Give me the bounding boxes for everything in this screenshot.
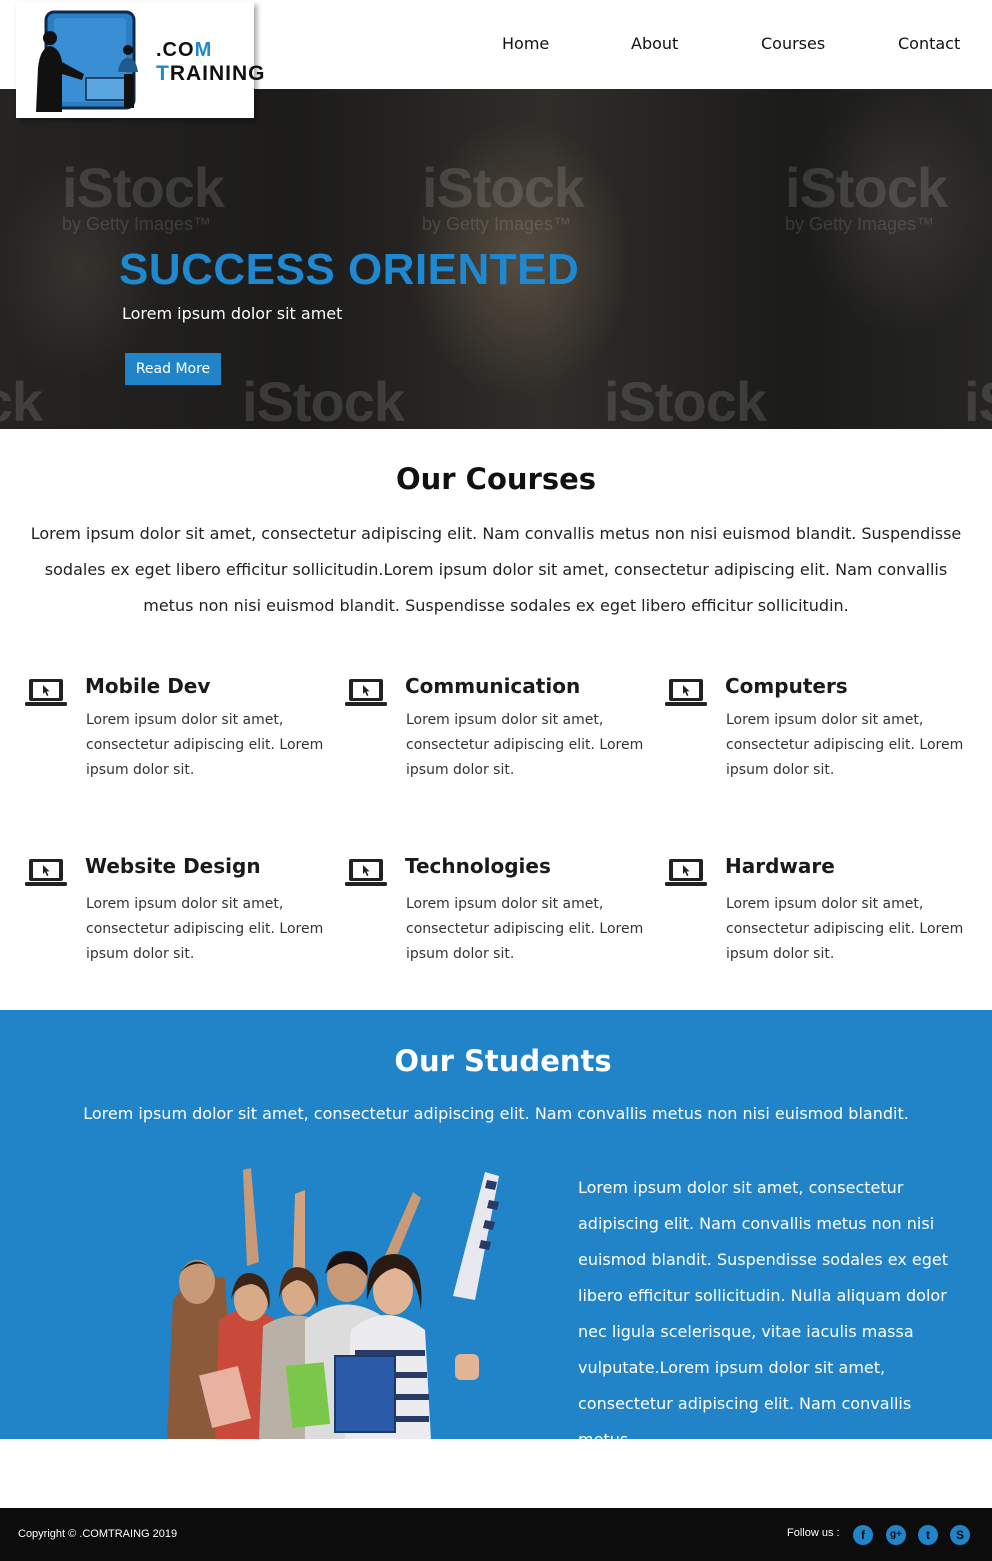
- course-title: Communication: [405, 674, 581, 698]
- read-more-button[interactable]: Read More: [125, 353, 221, 385]
- logo-text: .COM TRAINING: [156, 40, 266, 84]
- copyright-text: Copyright © .COMTRAING 2019: [18, 1528, 178, 1540]
- site-footer: Copyright © .COMTRAING 2019 Follow us : …: [0, 1508, 992, 1561]
- nav-home[interactable]: Home: [502, 34, 549, 53]
- google-plus-icon[interactable]: g+: [886, 1525, 906, 1545]
- logo-line2: RAINING: [169, 62, 266, 85]
- students-body: Lorem ipsum dolor sit amet, consectetur …: [578, 1178, 948, 1439]
- watermark: iStock: [0, 370, 43, 429]
- hero-title: SUCCESS ORIENTED: [119, 245, 580, 294]
- course-card[interactable]: Computers Lorem ipsum dolor sit amet, co…: [665, 674, 965, 804]
- course-title: Technologies: [405, 854, 551, 878]
- facebook-icon[interactable]: f: [853, 1525, 873, 1545]
- watermark: iStock: [964, 370, 992, 429]
- watermark: iStock by Getty Images™: [785, 156, 948, 234]
- course-card[interactable]: Hardware Lorem ipsum dolor sit amet, con…: [665, 854, 965, 984]
- twitter-icon[interactable]: t: [918, 1525, 938, 1545]
- course-card[interactable]: Mobile Dev Lorem ipsum dolor sit amet, c…: [25, 674, 325, 804]
- skype-icon[interactable]: S: [950, 1525, 970, 1545]
- laptop-icon: [345, 679, 387, 706]
- site-logo[interactable]: .COM TRAINING: [16, 2, 265, 118]
- course-card[interactable]: Technologies Lorem ipsum dolor sit amet,…: [345, 854, 645, 984]
- laptop-icon: [25, 859, 67, 886]
- nav-about[interactable]: About: [631, 34, 678, 53]
- students-intro: Lorem ipsum dolor sit amet, consectetur …: [83, 1104, 909, 1123]
- course-desc: Lorem ipsum dolor sit amet, consectetur …: [726, 896, 964, 962]
- watermark: iStock by Getty Images™: [422, 156, 585, 234]
- logo-line2-accent: T: [156, 62, 170, 85]
- logo-line1-accent: M: [194, 39, 213, 61]
- course-desc: Lorem ipsum dolor sit amet, consectetur …: [86, 712, 324, 778]
- course-desc: Lorem ipsum dolor sit amet, consectetur …: [726, 712, 964, 778]
- hero-subtitle: Lorem ipsum dolor sit amet: [122, 304, 343, 323]
- nav-contact[interactable]: Contact: [898, 34, 960, 53]
- laptop-icon: [665, 859, 707, 886]
- courses-title: Our Courses: [395, 462, 597, 496]
- watermark: iStock: [604, 370, 767, 429]
- watermark: iStock by Getty Images™: [62, 156, 225, 234]
- students-section: Our Students Lorem ipsum dolor sit amet,…: [0, 1010, 992, 1439]
- course-title: Mobile Dev: [85, 674, 211, 698]
- courses-intro: Lorem ipsum dolor sit amet, consectetur …: [30, 524, 962, 615]
- course-desc: Lorem ipsum dolor sit amet, consectetur …: [406, 712, 644, 778]
- nav-courses[interactable]: Courses: [761, 34, 825, 53]
- logo-line1: .CO: [156, 39, 195, 61]
- course-card[interactable]: Communication Lorem ipsum dolor sit amet…: [345, 674, 645, 804]
- laptop-icon: [25, 679, 67, 706]
- course-desc: Lorem ipsum dolor sit amet, consectetur …: [406, 896, 644, 962]
- course-title: Hardware: [725, 854, 835, 878]
- follow-us-label: Follow us :: [787, 1527, 840, 1539]
- students-group-photo: [167, 1168, 499, 1439]
- students-title: Our Students: [394, 1044, 612, 1078]
- hero-banner: iStock by Getty Images™ iStock by Getty Im…: [0, 89, 992, 429]
- laptop-icon: [665, 679, 707, 706]
- course-title: Computers: [725, 674, 848, 698]
- watermark: iStock: [242, 370, 405, 429]
- teacher-board-icon: [36, 10, 138, 112]
- course-desc: Lorem ipsum dolor sit amet, consectetur …: [86, 896, 324, 962]
- course-title: Website Design: [85, 854, 261, 878]
- laptop-icon: [345, 859, 387, 886]
- course-card[interactable]: Website Design Lorem ipsum dolor sit ame…: [25, 854, 325, 984]
